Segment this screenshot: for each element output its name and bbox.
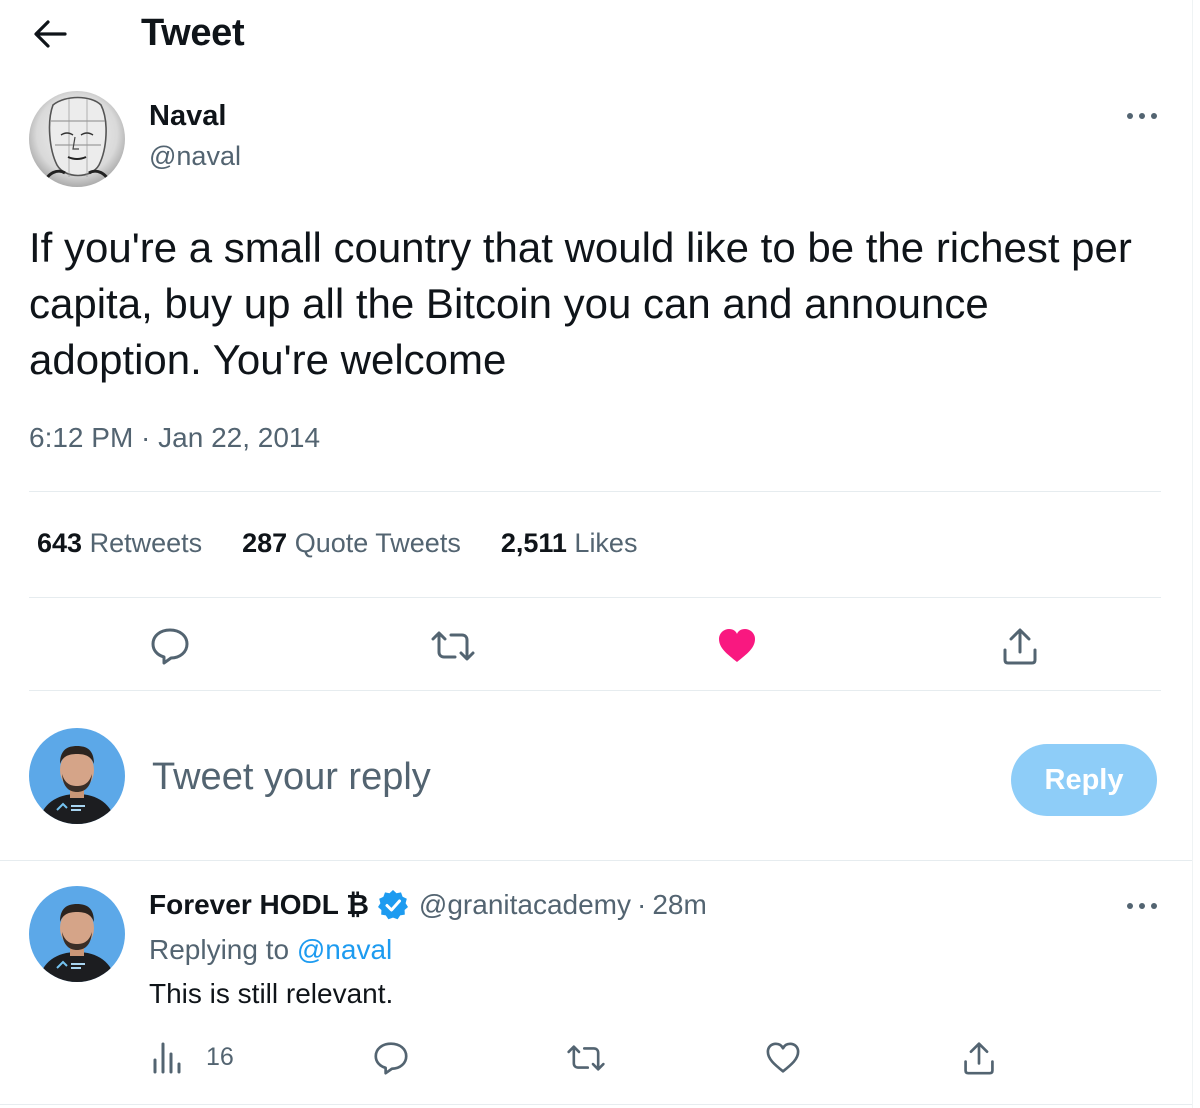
- page-header: Tweet: [0, 0, 1192, 66]
- tweet-more-button[interactable]: [1120, 101, 1164, 131]
- divider: [29, 690, 1161, 691]
- like-button[interactable]: [712, 622, 762, 670]
- divider: [29, 491, 1161, 492]
- replying-to-mention[interactable]: @naval: [297, 934, 392, 965]
- reply-like-button[interactable]: [760, 1036, 806, 1080]
- reply-time[interactable]: 28m: [652, 889, 706, 921]
- comment-icon: [374, 1042, 408, 1075]
- back-arrow-icon: [34, 20, 67, 48]
- back-button[interactable]: [30, 14, 70, 54]
- divider: [0, 1104, 1192, 1105]
- current-user-avatar[interactable]: [29, 728, 125, 824]
- reply-separator: ·: [637, 889, 647, 920]
- comment-icon: [151, 628, 189, 665]
- share-button[interactable]: [996, 622, 1044, 670]
- share-icon: [964, 1042, 994, 1075]
- reply-comment-button[interactable]: [368, 1036, 414, 1080]
- reply-retweet-button[interactable]: [563, 1036, 609, 1080]
- reply-share-button[interactable]: [956, 1036, 1002, 1080]
- retweet-icon: [567, 1045, 605, 1071]
- retweets-label: Retweets: [89, 528, 203, 558]
- more-dots-icon: [1127, 113, 1157, 119]
- quote-tweets-label: Quote Tweets: [294, 528, 461, 558]
- retweets-stat[interactable]: 643 Retweets: [37, 528, 202, 559]
- author-name[interactable]: Naval: [149, 100, 226, 133]
- views-count: 16: [206, 1042, 234, 1071]
- more-dots-icon: [1127, 903, 1157, 909]
- author-avatar[interactable]: [29, 91, 125, 187]
- views-icon: [153, 1042, 181, 1074]
- likes-label: Likes: [574, 528, 638, 558]
- comment-button[interactable]: [146, 622, 194, 670]
- tweet-timestamp[interactable]: 6:12 PM · Jan 22, 2014: [29, 422, 320, 454]
- divider: [29, 597, 1161, 598]
- reply-author-handle[interactable]: @granitacademy: [419, 889, 631, 921]
- quote-tweets-stat[interactable]: 287 Quote Tweets: [242, 528, 461, 559]
- timeline-border: [1192, 0, 1193, 1108]
- reply-text: This is still relevant.: [149, 978, 394, 1009]
- page-title: Tweet: [141, 12, 245, 54]
- views-button[interactable]: 16: [152, 1040, 234, 1074]
- reply-input[interactable]: Tweet your reply: [152, 756, 431, 799]
- share-icon: [1003, 628, 1037, 665]
- heart-outline-icon: [766, 1042, 800, 1073]
- likes-count: 2,511: [500, 528, 567, 558]
- author-handle[interactable]: @naval: [149, 141, 241, 172]
- retweets-count: 643: [37, 528, 83, 558]
- retweet-icon: [431, 631, 475, 661]
- likes-stat[interactable]: 2,511 Likes: [501, 528, 638, 559]
- reply-header: Forever HODL ₿ @granitacademy · 28m: [149, 889, 707, 921]
- replying-to-label: Replying to: [149, 934, 290, 965]
- replying-to: Replying to @naval: [149, 934, 392, 966]
- divider: [0, 860, 1192, 861]
- reply-more-button[interactable]: [1120, 891, 1164, 921]
- tweet-text: If you're a small country that would lik…: [29, 224, 1132, 383]
- reply-author-name[interactable]: Forever HODL ₿: [149, 889, 369, 921]
- reply-author-avatar[interactable]: [29, 886, 125, 982]
- verified-badge-icon: [377, 889, 409, 921]
- retweet-button[interactable]: [428, 622, 478, 670]
- tweet-stats: 643 Retweets 287 Quote Tweets 2,511 Like…: [37, 528, 677, 559]
- quote-tweets-count: 287: [242, 528, 288, 558]
- reply-button[interactable]: Reply: [1011, 744, 1157, 816]
- heart-filled-icon: [719, 629, 755, 662]
